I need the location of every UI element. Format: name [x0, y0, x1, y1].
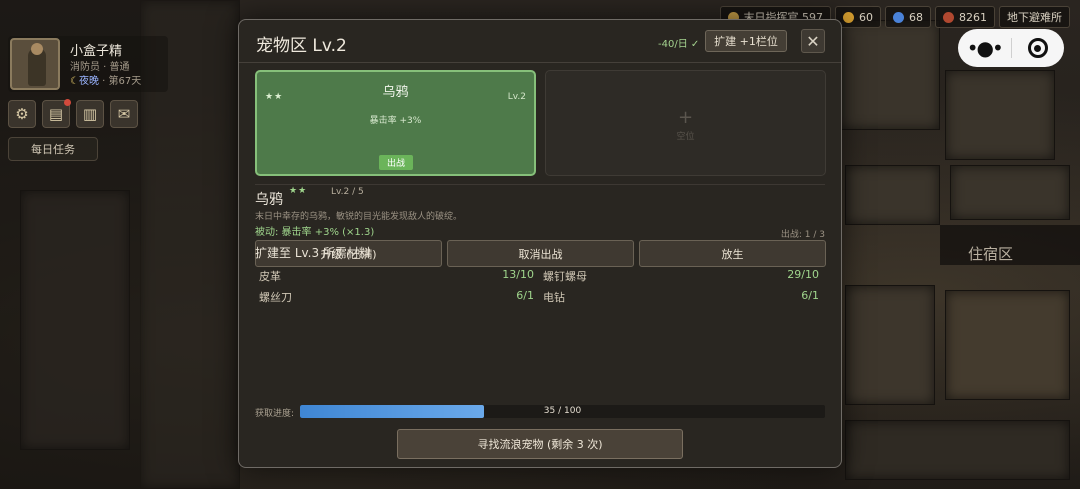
day-phase: 夜晚 [78, 76, 99, 87]
detail-pet-level: Lv.2 / 5 [331, 187, 364, 197]
material-name: 皮革 [259, 270, 281, 283]
recall-button[interactable]: 取消出战 [447, 240, 634, 267]
material-count: 13/10 [502, 268, 534, 281]
day-counter: ☾夜晚 · 第67天 [70, 76, 142, 87]
pet-name: 乌鸦 [382, 85, 409, 100]
material-row: 电钻 6/1 [543, 289, 819, 305]
more-menu-icon[interactable]: •●• [958, 29, 1011, 67]
upgrade-button[interactable]: 升级 (已满) [255, 240, 442, 267]
pet-area-modal: 宠物区 Lv.2 -40/日 ✓ 扩建 +1栏位 ✕ ★★ 乌鸦 Lv.2 暴击… [238, 19, 842, 468]
notebook-icon[interactable]: ▤ [42, 99, 71, 128]
detail-pet-name: 乌鸦 [255, 192, 283, 208]
mail-icon[interactable]: ✉ [110, 100, 138, 128]
book-icon[interactable]: ▥ [76, 100, 104, 128]
location-button[interactable]: 地下避难所 [999, 6, 1070, 28]
material-count: 6/1 [516, 289, 534, 302]
player-name: 小盒子精 [70, 44, 123, 59]
material-name: 螺钉螺母 [543, 270, 587, 283]
detail-pet-stars: ★★ [289, 186, 308, 196]
exit-miniprogram-icon[interactable] [1012, 38, 1065, 58]
gear-icon[interactable]: ⚙ [8, 100, 36, 128]
material-row: 皮革 13/10 [259, 268, 534, 284]
deployed-badge: 出战 [379, 155, 413, 170]
resource-scrap: 8261 [935, 6, 995, 28]
daily-tasks-button[interactable]: 每日任务 [8, 137, 98, 161]
material-count: 29/10 [787, 268, 819, 281]
release-button[interactable]: 放生 [639, 240, 826, 267]
deploy-count: 出战: 1 / 3 [780, 230, 825, 240]
pet-bonus: 暴击率 +3% [369, 116, 422, 126]
avatar[interactable] [10, 38, 60, 90]
empty-slot-label: 空位 [676, 132, 695, 142]
pet-slot-empty[interactable]: + 空位 [545, 70, 826, 176]
miniprogram-capsule: •●• [958, 29, 1064, 67]
material-row: 螺丝刀 6/1 [259, 289, 534, 305]
daily-cost: -40/日 ✓ [658, 39, 700, 50]
zone-label: 住宿区 [968, 245, 1014, 263]
material-count: 6/1 [801, 289, 819, 302]
detail-passive: 被动: 暴击率 +3% (×1.3) [255, 227, 375, 238]
progress-label: 获取进度: [255, 409, 295, 419]
scrap-icon [943, 11, 954, 23]
close-icon[interactable]: ✕ [801, 29, 825, 53]
modal-title: 宠物区 Lv.2 [256, 36, 347, 56]
plus-icon: + [677, 107, 694, 128]
hud-icon-row: ⚙ ▤ ▥ ✉ [8, 99, 138, 128]
material-name: 螺丝刀 [259, 291, 292, 304]
pet-slot-crow[interactable]: ★★ 乌鸦 Lv.2 暴击率 +3% 出战 [255, 70, 536, 176]
energy-icon [893, 11, 904, 23]
moon-icon: ☾ [70, 76, 79, 87]
material-name: 电钻 [543, 291, 565, 304]
day-number: 第67天 [108, 76, 142, 87]
gem-icon [843, 11, 854, 23]
player-profile[interactable]: 小盒子精 消防员 · 普通 ☾夜晚 · 第67天 [8, 36, 168, 92]
material-row: 螺钉螺母 29/10 [543, 268, 819, 284]
resource-energy: 68 [885, 6, 931, 28]
detail-description: 末日中幸存的乌鸦，敏锐的目光能发现敌人的破绽。 [255, 212, 463, 222]
notification-dot [64, 99, 71, 106]
pet-level: Lv.2 [507, 92, 526, 102]
player-role: 消防员 · 普通 [70, 62, 130, 73]
find-pet-button[interactable]: 寻找流浪宠物 (剩余 3 次) [397, 429, 683, 459]
expand-slot-button[interactable]: 扩建 +1栏位 [705, 30, 787, 52]
progress-text: 35 / 100 [543, 406, 582, 416]
